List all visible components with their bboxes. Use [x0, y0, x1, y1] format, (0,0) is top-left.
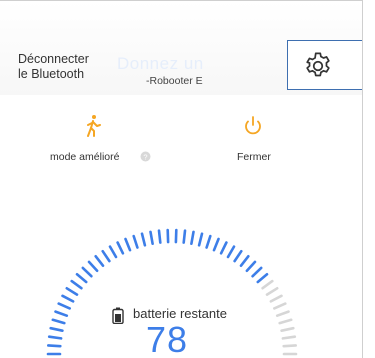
gauge-tick [51, 318, 66, 325]
gauge-tick [49, 326, 64, 332]
gauge-tick [87, 260, 99, 273]
walking-person-icon[interactable] [82, 114, 104, 138]
battery-icon [112, 307, 124, 324]
gauge-tick [212, 237, 220, 252]
gauge-tick [75, 273, 88, 284]
mode-label[interactable]: mode amélioré [50, 151, 119, 163]
gauge-tick [239, 255, 250, 267]
gauge-tick [157, 229, 162, 244]
gauge-tick [94, 255, 105, 267]
app-screen: Déconnecter le Bluetooth Donnez un -Robo… [0, 0, 363, 358]
device-name: -Robooter E [146, 75, 203, 87]
gauge-tick [282, 344, 298, 348]
gauge-tick [182, 229, 187, 244]
gauge-tick [46, 344, 62, 348]
gauge-tick [190, 230, 195, 245]
gauge-tick [124, 237, 132, 252]
power-label[interactable]: Fermer [237, 151, 271, 163]
gauge-tick [205, 234, 212, 249]
gauge-tick [116, 241, 125, 255]
gauge-tick [149, 230, 154, 245]
gauge-tick [261, 279, 274, 290]
gauge-tick [81, 266, 93, 278]
gauge-tick [57, 302, 71, 310]
gauge-tick [47, 335, 63, 340]
gauge-tick [278, 318, 293, 325]
gauge-tick [70, 279, 83, 290]
gauge-tick [226, 245, 236, 259]
gear-icon [306, 52, 330, 77]
gauge-tick [245, 260, 257, 273]
gauge-tick [272, 302, 287, 310]
help-icon[interactable]: ? [140, 151, 151, 162]
disconnect-bluetooth-button[interactable]: Déconnecter le Bluetooth [18, 52, 118, 82]
gauge-tick [275, 310, 290, 317]
settings-button[interactable] [287, 40, 362, 90]
gauge-tick [256, 273, 269, 284]
gauge-tick [251, 266, 263, 278]
gauge-tick [54, 310, 69, 317]
gauge-tick [65, 287, 79, 296]
gauge-tick [197, 232, 204, 247]
gauge-tick [265, 287, 279, 296]
device-title[interactable]: Donnez un [117, 54, 204, 74]
gauge-tick [269, 294, 283, 303]
gauge-tick [108, 245, 118, 259]
power-icon[interactable] [242, 115, 264, 137]
gauge-tick [132, 234, 139, 249]
gauge-tick [281, 335, 297, 340]
svg-text:?: ? [143, 152, 147, 161]
gauge-tick [219, 241, 228, 255]
gauge-tick [140, 232, 147, 247]
gauge-tick [61, 294, 75, 303]
battery-value: 78 [146, 319, 189, 358]
gauge-tick [233, 249, 243, 263]
gauge-tick [280, 326, 295, 332]
gauge-tick [101, 249, 111, 263]
